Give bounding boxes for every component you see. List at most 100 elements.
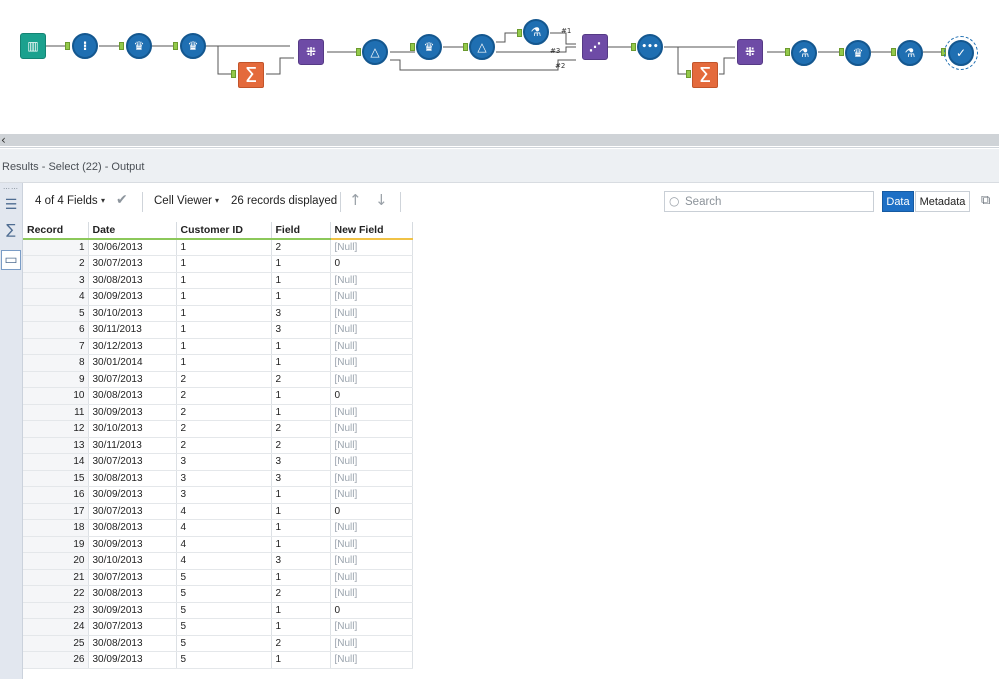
customer-id-cell[interactable]: 4 — [176, 536, 272, 553]
metadata-tab-button[interactable]: Metadata — [915, 191, 970, 212]
customer-id-cell[interactable]: 1 — [176, 321, 272, 339]
date-cell[interactable]: 30/07/2013 — [88, 569, 177, 586]
grip-icon[interactable]: ⋯⋯ — [3, 185, 19, 193]
new-field-cell[interactable]: [Null] — [330, 618, 413, 636]
date-cell[interactable]: 30/01/2014 — [88, 354, 177, 372]
record-cell[interactable]: 11 — [23, 404, 89, 421]
field-cell[interactable]: 1 — [271, 338, 331, 355]
customer-id-cell[interactable]: 4 — [176, 519, 272, 537]
date-cell[interactable]: 30/07/2013 — [88, 371, 177, 388]
new-field-cell[interactable]: [Null] — [330, 305, 413, 322]
date-cell[interactable]: 30/08/2013 — [88, 519, 177, 537]
field-cell[interactable]: 1 — [271, 503, 331, 520]
record-cell[interactable]: 18 — [23, 519, 89, 537]
date-cell[interactable]: 30/10/2013 — [88, 305, 177, 322]
scroll-down-arrow-icon[interactable]: ↓ — [375, 191, 388, 209]
input-anchor[interactable] — [65, 42, 70, 50]
column-header-field[interactable]: Field — [271, 222, 331, 240]
field-cell[interactable]: 1 — [271, 486, 331, 504]
search-input[interactable] — [685, 194, 870, 209]
input-anchor[interactable] — [941, 48, 946, 56]
fields-selector[interactable]: 4 of 4 Fields — [35, 195, 98, 207]
table-row[interactable]: 3 30/08/2013 1 1 [Null] — [23, 272, 413, 289]
record-cell[interactable]: 9 — [23, 371, 89, 388]
input-anchor[interactable] — [517, 29, 522, 37]
field-cell[interactable]: 3 — [271, 305, 331, 322]
join-tool[interactable]: ⁜ — [737, 39, 763, 65]
field-cell[interactable]: 1 — [271, 272, 331, 289]
customer-id-cell[interactable]: 5 — [176, 651, 272, 669]
input-anchor[interactable] — [839, 48, 844, 56]
table-row[interactable]: 26 30/09/2013 5 1 [Null] — [23, 651, 413, 669]
date-cell[interactable]: 30/08/2013 — [88, 470, 177, 487]
table-row[interactable]: 4 30/09/2013 1 1 [Null] — [23, 288, 413, 306]
collapse-chevron-icon[interactable]: ‹ — [1, 133, 6, 147]
new-field-cell[interactable]: [Null] — [330, 338, 413, 355]
date-cell[interactable]: 30/10/2013 — [88, 552, 177, 570]
customer-id-cell[interactable]: 1 — [176, 354, 272, 372]
table-row[interactable]: 9 30/07/2013 2 2 [Null] — [23, 371, 413, 388]
formula-tool[interactable]: ♛ — [180, 33, 206, 59]
record-cell[interactable]: 24 — [23, 618, 89, 636]
record-cell[interactable]: 12 — [23, 420, 89, 438]
new-field-cell[interactable]: [Null] — [330, 288, 413, 306]
record-cell[interactable]: 23 — [23, 602, 89, 619]
date-cell[interactable]: 30/09/2013 — [88, 536, 177, 553]
formula-tool[interactable]: ♛ — [845, 40, 871, 66]
date-cell[interactable]: 30/10/2013 — [88, 420, 177, 438]
record-cell[interactable]: 14 — [23, 453, 89, 471]
new-field-cell[interactable]: 0 — [330, 503, 413, 520]
input-anchor[interactable] — [631, 43, 636, 51]
customer-id-cell[interactable]: 5 — [176, 635, 272, 652]
field-cell[interactable]: 1 — [271, 536, 331, 553]
cell-viewer-button[interactable]: Cell Viewer — [154, 195, 212, 207]
tag-view-button[interactable]: ▭ — [1, 250, 21, 270]
customer-id-cell[interactable]: 3 — [176, 486, 272, 504]
field-cell[interactable]: 1 — [271, 288, 331, 306]
table-row[interactable]: 5 30/10/2013 1 3 [Null] — [23, 305, 413, 322]
record-cell[interactable]: 21 — [23, 569, 89, 586]
record-cell[interactable]: 10 — [23, 387, 89, 405]
field-cell[interactable]: 1 — [271, 569, 331, 586]
pane-splitter[interactable]: ‹ — [0, 132, 999, 148]
input-anchor[interactable] — [356, 48, 361, 56]
new-field-cell[interactable]: 0 — [330, 255, 413, 273]
field-cell[interactable]: 1 — [271, 602, 331, 619]
field-cell[interactable]: 2 — [271, 239, 331, 256]
input-data-tool[interactable]: ▥ — [20, 33, 46, 59]
field-cell[interactable]: 3 — [271, 321, 331, 339]
field-cell[interactable]: 3 — [271, 470, 331, 487]
date-cell[interactable]: 30/09/2013 — [88, 602, 177, 619]
field-cell[interactable]: 1 — [271, 618, 331, 636]
field-cell[interactable]: 1 — [271, 354, 331, 372]
date-cell[interactable]: 30/09/2013 — [88, 288, 177, 306]
new-field-cell[interactable]: [Null] — [330, 569, 413, 586]
date-cell[interactable]: 30/07/2013 — [88, 618, 177, 636]
input-anchor[interactable] — [463, 43, 468, 51]
date-cell[interactable]: 30/07/2013 — [88, 503, 177, 520]
customer-id-cell[interactable]: 3 — [176, 470, 272, 487]
date-cell[interactable]: 30/09/2013 — [88, 651, 177, 669]
customer-id-cell[interactable]: 1 — [176, 338, 272, 355]
record-cell[interactable]: 7 — [23, 338, 89, 355]
record-cell[interactable]: 3 — [23, 272, 89, 289]
new-field-cell[interactable]: [Null] — [330, 239, 413, 256]
column-header-new-field[interactable]: New Field — [330, 222, 413, 240]
table-row[interactable]: 25 30/08/2013 5 2 [Null] — [23, 635, 413, 652]
formula-tool[interactable]: ♛ — [126, 33, 152, 59]
scroll-up-arrow-icon[interactable]: ↑ — [349, 191, 362, 209]
date-cell[interactable]: 30/09/2013 — [88, 404, 177, 421]
new-field-cell[interactable]: [Null] — [330, 651, 413, 669]
formula-tool[interactable]: ♛ — [416, 34, 442, 60]
table-row[interactable]: 15 30/08/2013 3 3 [Null] — [23, 470, 413, 487]
column-header-date[interactable]: Date — [88, 222, 177, 240]
fields-dropdown-chevron-icon[interactable]: ▾ — [101, 196, 105, 205]
filter-tool[interactable]: △ — [469, 34, 495, 60]
data-tab-button[interactable]: Data — [882, 191, 914, 212]
record-cell[interactable]: 16 — [23, 486, 89, 504]
new-field-cell[interactable]: [Null] — [330, 635, 413, 652]
customer-id-cell[interactable]: 5 — [176, 602, 272, 619]
filter-tool[interactable]: △ — [362, 39, 388, 65]
new-field-cell[interactable]: [Null] — [330, 437, 413, 454]
customer-id-cell[interactable]: 4 — [176, 552, 272, 570]
